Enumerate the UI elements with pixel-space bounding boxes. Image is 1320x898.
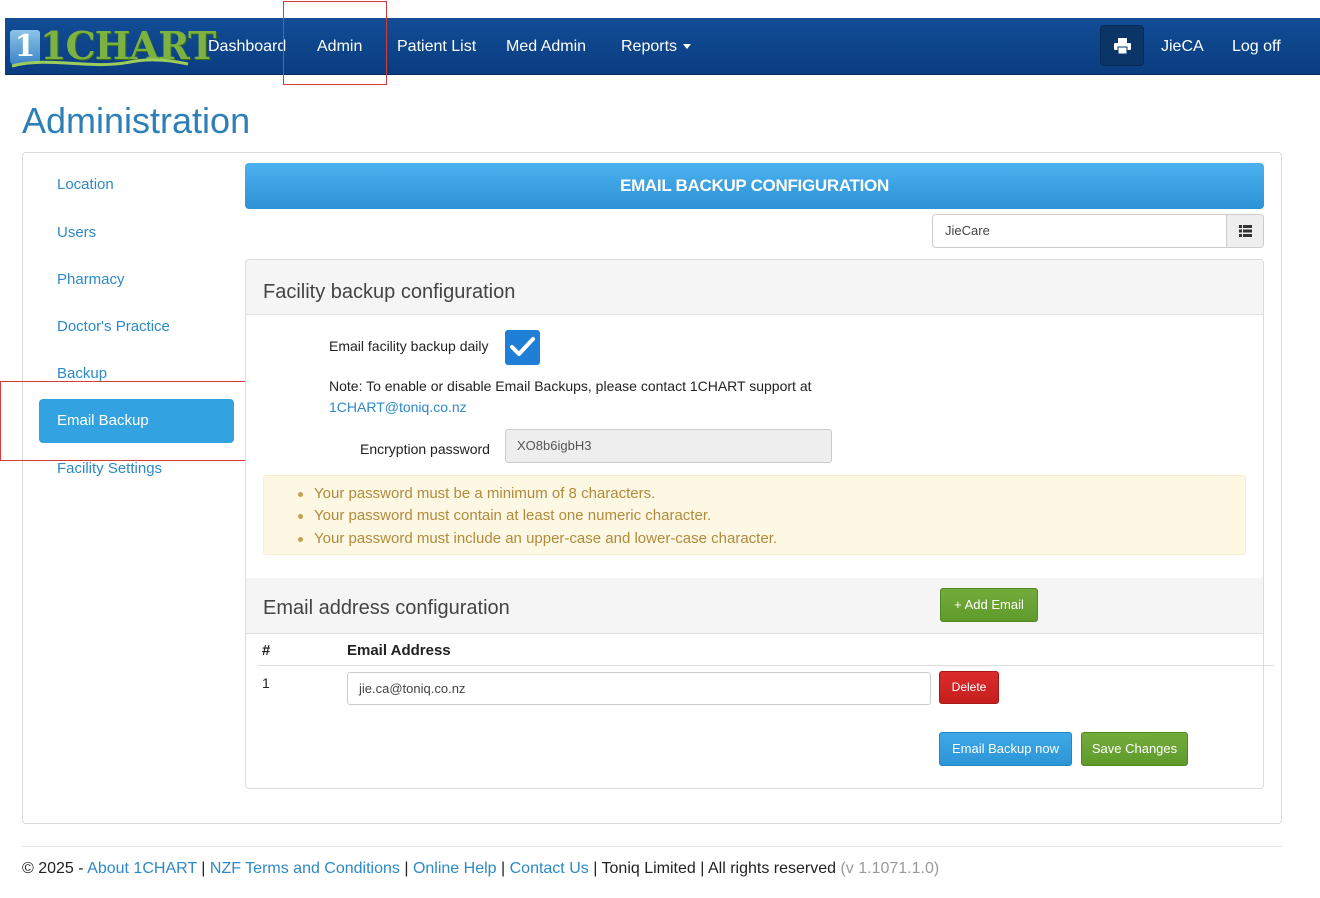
- logo-swoosh-icon: [11, 58, 189, 68]
- footer-divider: [22, 846, 1282, 847]
- footer-link-nzf-terms[interactable]: NZF Terms and Conditions: [210, 860, 400, 877]
- footer-rights: All rights reserved: [707, 860, 837, 877]
- footer-link-online-help[interactable]: Online Help: [413, 860, 497, 877]
- email-config-title: Email address configuration: [263, 597, 510, 619]
- facility-list-button[interactable]: [1226, 215, 1263, 247]
- table-divider: [258, 665, 1274, 666]
- daily-backup-label: Email facility backup daily: [329, 338, 489, 354]
- add-email-button[interactable]: + Add Email: [940, 588, 1038, 622]
- nav-reports[interactable]: Reports: [621, 18, 692, 75]
- sidebar-item-doctors-practice[interactable]: Doctor's Practice: [39, 305, 234, 349]
- footer-link-contact-us[interactable]: Contact Us: [510, 860, 589, 877]
- email-address-input[interactable]: jie.ca@toniq.co.nz: [347, 672, 931, 705]
- list-icon: [1239, 225, 1252, 237]
- 1chart-logo[interactable]: 1 1CHART: [10, 24, 216, 72]
- footer-company: Toniq Limited: [601, 860, 696, 877]
- encryption-password-field[interactable]: XO8b6igbH3: [505, 429, 832, 463]
- row-number: 1: [262, 675, 270, 691]
- encryption-password-label: Encryption password: [360, 441, 490, 457]
- facility-select-value: JieCare: [945, 223, 990, 238]
- sidebar-item-users[interactable]: Users: [39, 211, 234, 255]
- nav-reports-label: Reports: [621, 38, 678, 55]
- nav-med-admin[interactable]: Med Admin: [506, 18, 586, 75]
- footer-link-about[interactable]: About 1CHART: [87, 860, 197, 877]
- facility-backup-title: Facility backup configuration: [263, 281, 516, 303]
- page-title: Administration: [22, 100, 251, 141]
- column-header-number: #: [262, 642, 271, 659]
- nav-user[interactable]: JieCA: [1161, 18, 1204, 75]
- nav-patient-list[interactable]: Patient List: [397, 18, 476, 75]
- print-button[interactable]: [1100, 25, 1144, 66]
- save-changes-button[interactable]: Save Changes: [1081, 732, 1188, 766]
- nav-dashboard[interactable]: Dashboard: [208, 18, 286, 75]
- top-navbar: 1 1CHART Dashboard Admin Patient List Me…: [5, 18, 1320, 75]
- admin-highlight-box: [283, 1, 387, 85]
- email-backup-banner: EMAIL BACKUP CONFIGURATION: [245, 163, 1264, 209]
- sidebar-item-pharmacy[interactable]: Pharmacy: [39, 258, 234, 302]
- support-email-link[interactable]: 1CHART@toniq.co.nz: [329, 399, 467, 415]
- password-rule: Your password must be a minimum of 8 cha…: [297, 485, 656, 502]
- nav-logoff[interactable]: Log off: [1232, 18, 1281, 75]
- printer-icon: [1114, 38, 1131, 54]
- footer: © 2025 - About 1CHART | NZF Terms and Co…: [22, 860, 940, 877]
- checkmark-icon: [510, 337, 535, 356]
- caret-down-icon: [683, 44, 692, 50]
- email-backup-now-button[interactable]: Email Backup now: [939, 732, 1072, 766]
- footer-version: (v 1.1071.1.0): [840, 860, 940, 877]
- password-rules-box: Your password must be a minimum of 8 cha…: [263, 475, 1246, 555]
- sidebar-item-location[interactable]: Location: [39, 163, 234, 207]
- delete-email-button[interactable]: Delete: [939, 671, 999, 704]
- column-header-email: Email Address: [347, 642, 451, 659]
- email-backup-highlight-box: [0, 381, 264, 461]
- password-rule: Your password must include an upper-case…: [297, 530, 778, 547]
- footer-copyright: © 2025 -: [22, 860, 84, 877]
- daily-backup-checkbox[interactable]: [505, 330, 540, 365]
- support-note: Note: To enable or disable Email Backups…: [329, 378, 812, 394]
- facility-select[interactable]: JieCare: [932, 214, 1264, 248]
- password-rule: Your password must contain at least one …: [297, 507, 712, 524]
